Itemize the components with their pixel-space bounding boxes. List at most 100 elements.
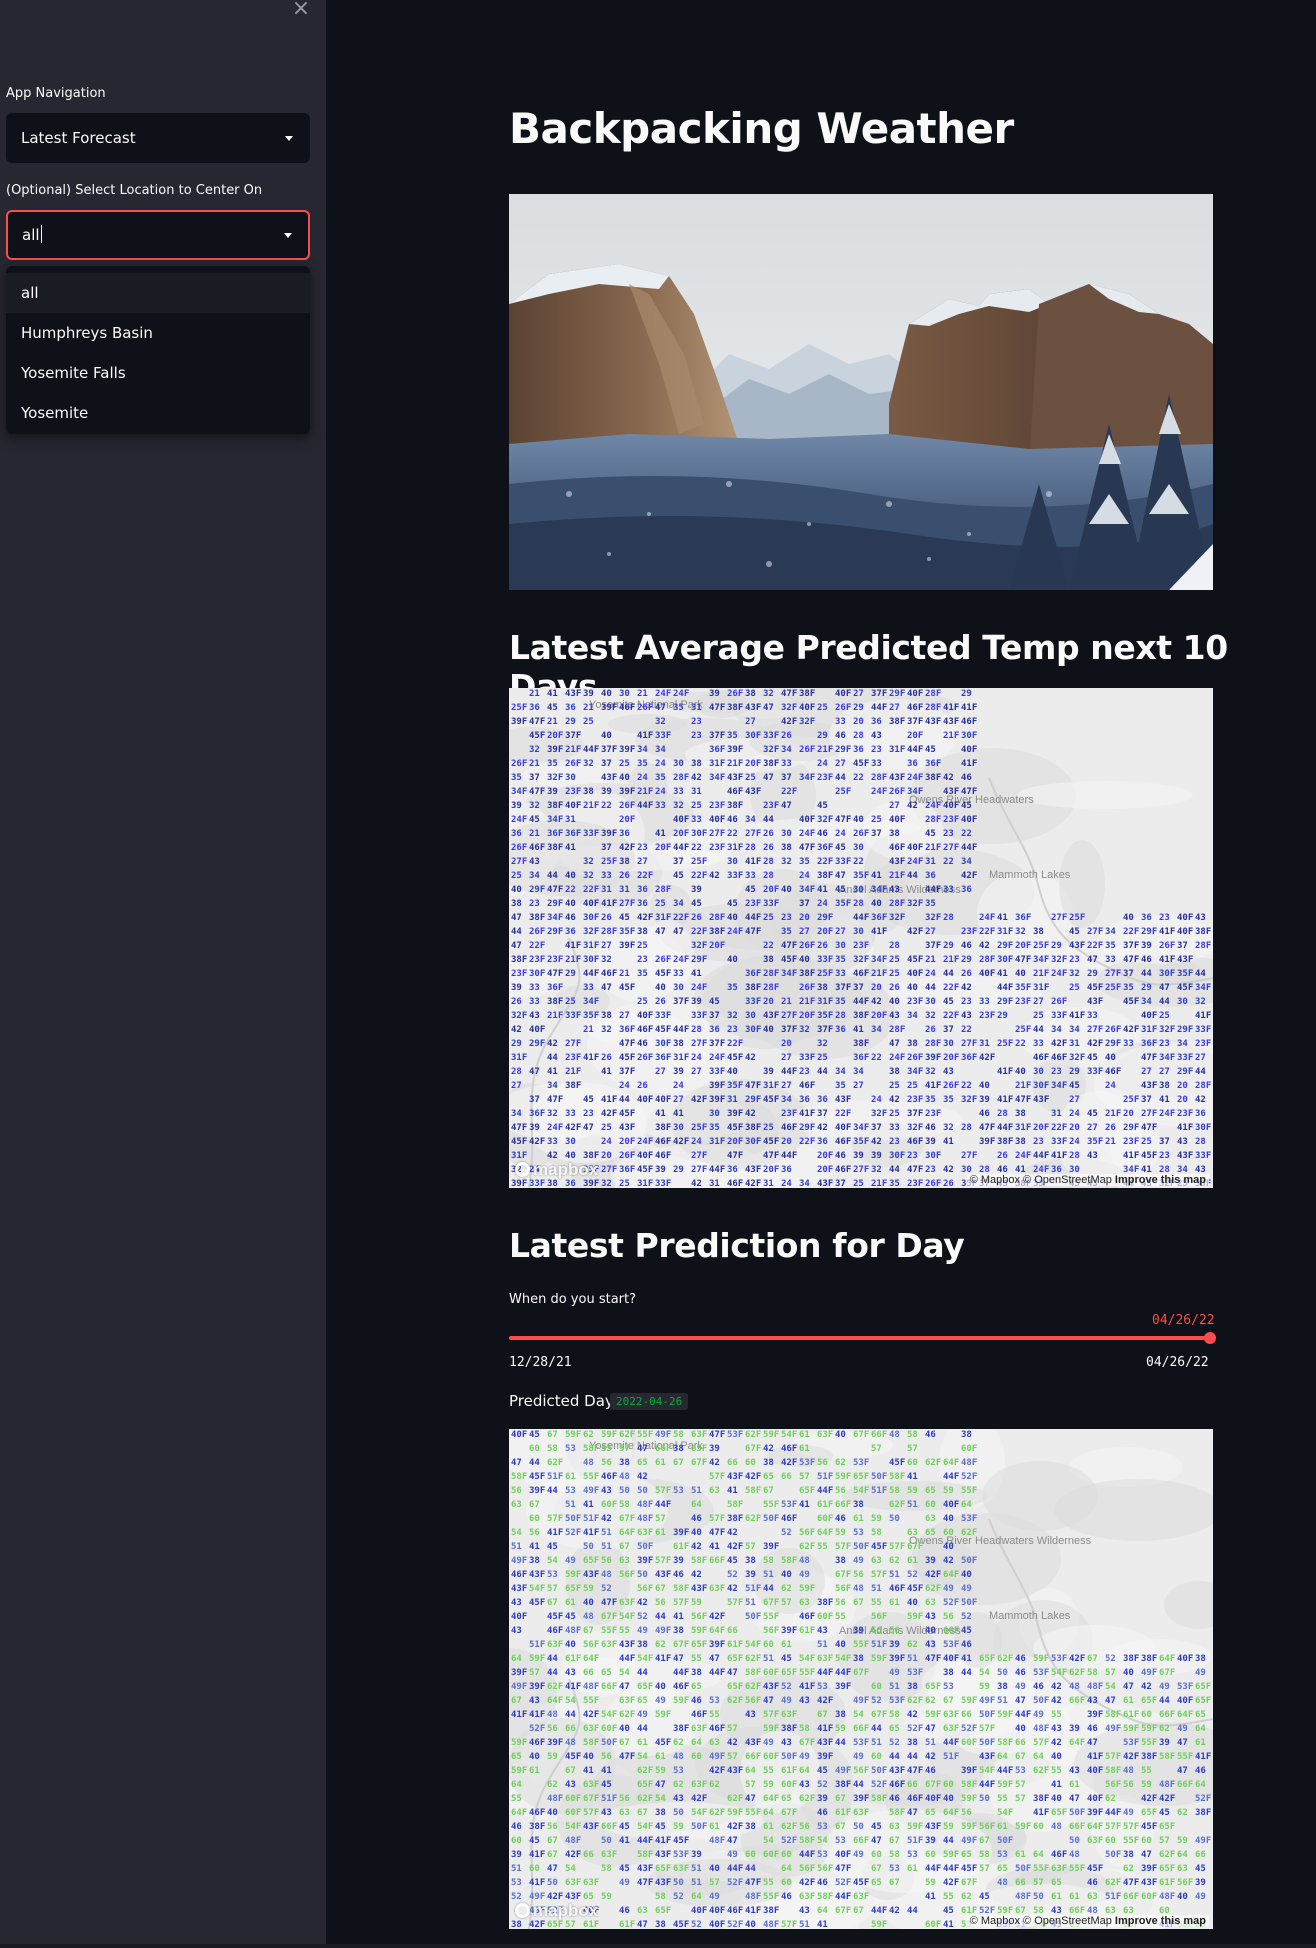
map-attribution[interactable]: © Mapbox © OpenStreetMap Improve this ma… — [966, 1915, 1209, 1927]
map-temp-label: 47 — [655, 1780, 666, 1790]
map-temp-label: 25F — [835, 787, 851, 797]
map-temp-label: 59F — [871, 1920, 887, 1929]
map-temp-label: 43F — [727, 773, 743, 783]
map-temp-label: 56 — [853, 1570, 864, 1580]
map-temp-label: 40F — [709, 815, 725, 825]
main-content: Backpacking Weather Latest Average Predi… — [326, 0, 1316, 1948]
map-temp-label: 40 — [601, 689, 612, 699]
map-temp-label: 67 — [547, 1430, 558, 1440]
location-select[interactable]: all — [6, 210, 310, 260]
map-temp-label: 44F — [961, 843, 977, 853]
map-temp-label: 54 — [979, 1668, 990, 1678]
map-temp-label: 40F — [961, 745, 977, 755]
map-temp-label: 66F — [1159, 1710, 1175, 1720]
map-temp-label: 41F — [745, 857, 761, 867]
map-temp-label: 64F — [511, 1808, 527, 1818]
map-temp-label: 37F — [601, 745, 617, 755]
map-temp-label: 43 — [943, 1067, 954, 1077]
map-temp-label: 43 — [799, 1780, 810, 1790]
map-temp-label: 38F — [565, 1081, 581, 1091]
map-temp-label: 67 — [583, 1626, 594, 1636]
map-temp-label: 47F — [745, 1081, 761, 1091]
map-temp-label: 23 — [925, 1165, 936, 1175]
map-temp-label: 43 — [1087, 1696, 1098, 1706]
map-temp-label: 26F — [907, 1053, 923, 1063]
map-temp-label: 42F — [1123, 1752, 1139, 1762]
map-temp-label: 38F — [1141, 1752, 1157, 1762]
map-temp-label: 24 — [619, 1081, 630, 1091]
map-temp-label: 48F — [1087, 1682, 1103, 1692]
map-temp-label: 25 — [907, 1081, 918, 1091]
map-temp-label: 59F — [1033, 1654, 1049, 1664]
map-temp-label: 60F — [781, 1780, 797, 1790]
map-temp-label: 34F — [511, 787, 527, 797]
map-temp-label: 55 — [1051, 1710, 1062, 1720]
map-temp-label: 45 — [925, 745, 936, 755]
map-temp-label: 39F — [673, 1528, 689, 1538]
map-temp-label: 42 — [907, 1710, 918, 1720]
map-temp-label: 40 — [871, 899, 882, 909]
map-temp-label: 34F — [907, 787, 923, 797]
map-temp-label: 20F — [1033, 1123, 1049, 1133]
map-temp-label: 23F — [853, 941, 869, 951]
map-temp-label: 28F — [601, 927, 617, 937]
map-temp-label: 48 — [1123, 1766, 1134, 1776]
map-temp-label: 56F — [979, 1822, 995, 1832]
dropdown-option-yosemite[interactable]: Yosemite — [6, 393, 310, 433]
map-temp-label: 26F — [637, 703, 653, 713]
map-temp-label: 40F — [835, 689, 851, 699]
map-prediction-day[interactable]: Yosemite National Park Owens River Headwa… — [509, 1429, 1213, 1929]
map-temp-label: 27F — [1141, 1109, 1157, 1119]
map-temp-label: 40 — [835, 1640, 846, 1650]
slider-thumb[interactable] — [1204, 1332, 1216, 1344]
map-temp-label: 23 — [637, 955, 648, 965]
nav-select[interactable]: Latest Forecast — [6, 113, 310, 163]
map-temp-label: 54F — [1051, 1668, 1067, 1678]
map-temp-label: 33 — [655, 801, 666, 811]
map-temp-label: 24F — [637, 1137, 653, 1147]
map-temp-label: 21F — [547, 1011, 563, 1021]
map-temp-label: 44F — [853, 913, 869, 923]
map-temp-label: 55 — [601, 1444, 612, 1454]
map-temp-label: 39F — [979, 1137, 995, 1147]
map-average-temp[interactable]: Yosemite National Park Owens River Headwa… — [509, 688, 1213, 1188]
map-temp-label: 65 — [637, 1696, 648, 1706]
map-temp-label: 38F — [763, 1906, 779, 1916]
map-temp-label: 47F — [781, 941, 797, 951]
map-temp-label: 40F — [1177, 927, 1193, 937]
map-temp-label: 54 — [637, 1752, 648, 1762]
map-temp-label: 63F — [943, 1724, 959, 1734]
map-temp-label: 31F — [997, 927, 1013, 937]
dropdown-option-humphreys-basin[interactable]: Humphreys Basin — [6, 313, 310, 353]
map-temp-label: 42F — [691, 1095, 707, 1105]
close-icon[interactable]: × — [290, 0, 312, 22]
map-temp-label: 21 — [583, 703, 594, 713]
map-temp-label: 50F — [745, 1612, 761, 1622]
map-temp-label: 50F — [1105, 1850, 1121, 1860]
map-temp-label: 40 — [727, 1067, 738, 1077]
map-temp-label: 39 — [763, 1067, 774, 1077]
dropdown-option-all[interactable]: all — [6, 273, 310, 313]
slider-track[interactable] — [509, 1336, 1213, 1340]
map-temp-label: 35 — [709, 1123, 720, 1133]
map-attribution[interactable]: © Mapbox © OpenStreetMap Improve this ma… — [966, 1174, 1209, 1186]
map-temp-label: 56 — [511, 1486, 522, 1496]
map-temp-label: 60F — [817, 1612, 833, 1622]
map-temp-label: 32F — [925, 913, 941, 923]
map-temp-label: 36 — [511, 829, 522, 839]
dropdown-option-yosemite-falls[interactable]: Yosemite Falls — [6, 353, 310, 393]
map-temp-label: 29F — [547, 899, 563, 909]
map-temp-label: 27 — [655, 1067, 666, 1077]
map-temp-label: 43F — [925, 717, 941, 727]
map-temp-label: 63F — [601, 1640, 617, 1650]
map-temp-label: 44 — [889, 1752, 900, 1762]
map-temp-label: 60F — [601, 1724, 617, 1734]
map-temp-label: 46F — [853, 969, 869, 979]
map-temp-label: 59 — [907, 1486, 918, 1496]
map-temp-label: 42 — [1141, 1682, 1152, 1692]
map-temp-label: 45 — [1087, 1053, 1098, 1063]
map-temp-label: 40 — [763, 1025, 774, 1035]
map-temp-label: 21F — [637, 787, 653, 797]
map-temp-label: 45 — [673, 871, 684, 881]
map-temp-label: 36 — [817, 1137, 828, 1147]
